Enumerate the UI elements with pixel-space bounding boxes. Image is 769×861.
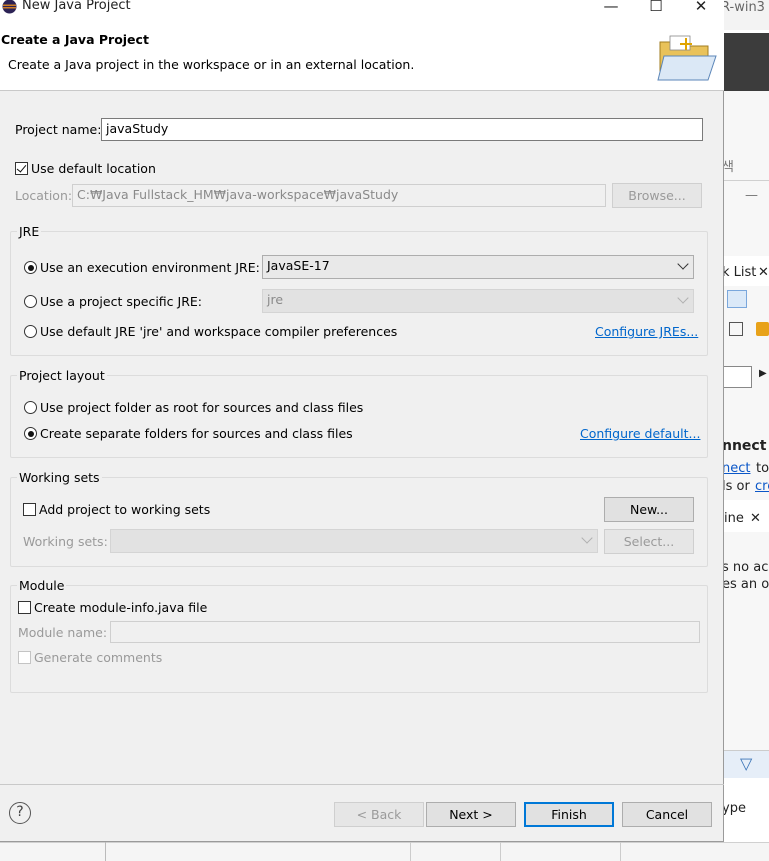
wizard-title: Create a Java Project	[1, 32, 149, 47]
back-button[interactable]: < Back	[334, 802, 424, 827]
bg-no-ac-fragment: s no ac	[722, 560, 769, 575]
bg-input[interactable]	[722, 366, 752, 388]
new-project-folder-icon	[657, 35, 717, 81]
module-group-title: Module	[17, 578, 67, 593]
project-name-input[interactable]: javaStudy	[101, 118, 703, 141]
maximize-button[interactable]: ☐	[636, 0, 676, 15]
generate-comments-label: Generate comments	[34, 650, 163, 665]
bg-list-fragment[interactable]: k List	[722, 265, 756, 280]
module-name-label: Module name:	[18, 625, 108, 640]
bg-title-fragment: R-win3	[721, 0, 765, 15]
title-bar[interactable]: New Java Project — ☐ ✕	[0, 0, 724, 16]
working-sets-select[interactable]	[110, 529, 598, 553]
bg-line-fragment[interactable]: ine	[724, 511, 744, 526]
separate-folders-radio[interactable]	[24, 427, 37, 440]
bg-ype-fragment: ype	[722, 801, 746, 816]
create-module-info-checkbox[interactable]	[18, 601, 31, 614]
project-layout-group	[10, 375, 708, 458]
bg-close-icon[interactable]: ✕	[758, 265, 769, 280]
bg-status-divider	[500, 842, 501, 861]
bg-connect-heading: nnect	[722, 438, 767, 454]
bg-outline-close-icon[interactable]: ✕	[750, 511, 761, 526]
exec-env-radio[interactable]	[24, 261, 37, 274]
working-sets-group-title: Working sets	[17, 470, 102, 485]
use-default-location-label: Use default location	[31, 161, 156, 176]
configure-default-link[interactable]: Configure default...	[580, 426, 700, 441]
bg-to-fragment: to	[756, 461, 769, 476]
bg-settings-icon[interactable]	[756, 322, 769, 336]
wizard-header: Create a Java Project Create a Java proj…	[0, 16, 724, 91]
add-to-working-sets-checkbox[interactable]	[23, 503, 36, 516]
bg-divider	[724, 180, 769, 181]
bg-connect-link[interactable]: nect	[722, 461, 750, 476]
project-root-radio[interactable]	[24, 401, 37, 414]
location-label: Location:	[15, 188, 73, 203]
eclipse-icon	[2, 0, 17, 14]
help-icon[interactable]: ?	[9, 802, 31, 824]
bg-cre-link[interactable]: cre	[755, 479, 769, 494]
default-jre-radio[interactable]	[24, 325, 37, 338]
new-working-set-button[interactable]: New...	[604, 497, 694, 522]
specific-jre-radio[interactable]	[24, 295, 37, 308]
close-button[interactable]: ✕	[681, 0, 721, 15]
bg-collapse-icon[interactable]	[729, 322, 743, 336]
bg-filter-icon[interactable]: ▽	[740, 754, 752, 773]
bg-status-divider	[105, 842, 106, 861]
bg-status-divider	[410, 842, 411, 861]
default-jre-label: Use default JRE 'jre' and workspace comp…	[40, 324, 398, 339]
generate-comments-checkbox[interactable]	[18, 651, 31, 664]
bg-minimize-icon[interactable]: —	[745, 188, 758, 203]
browse-button[interactable]: Browse...	[612, 183, 702, 208]
finish-button[interactable]: Finish	[524, 802, 614, 827]
jre-group-title: JRE	[17, 224, 42, 239]
specific-jre-label: Use a project specific JRE:	[40, 294, 202, 309]
location-input[interactable]: C:₩Java Fullstack_HM₩java-workspace₩java…	[72, 184, 606, 207]
use-default-location-checkbox[interactable]	[15, 162, 28, 175]
exec-env-select[interactable]: JavaSE-17	[262, 255, 694, 279]
separate-folders-label: Create separate folders for sources and …	[40, 426, 353, 441]
footer-divider	[0, 784, 724, 785]
module-name-input[interactable]	[110, 621, 700, 643]
specific-jre-select[interactable]: jre	[262, 289, 694, 313]
add-to-working-sets-label: Add project to working sets	[39, 502, 211, 517]
project-layout-group-title: Project layout	[17, 368, 107, 383]
window-title: New Java Project	[22, 0, 131, 13]
project-name-label: Project name:	[15, 122, 102, 137]
bg-status-bar	[0, 842, 769, 861]
create-module-info-label: Create module-info.java file	[34, 600, 208, 615]
bg-es-an-fragment: es an ou	[722, 577, 769, 592]
project-root-label: Use project folder as root for sources a…	[40, 400, 364, 415]
bg-ls-or-fragment: ls or	[722, 479, 750, 494]
minimize-button[interactable]: —	[591, 0, 631, 15]
bg-status-divider	[620, 842, 621, 861]
bg-dark-banner	[724, 33, 769, 91]
exec-env-label: Use an execution environment JRE:	[40, 260, 260, 275]
configure-jres-link[interactable]: Configure JREs...	[595, 324, 698, 339]
specific-jre-value: jre	[267, 292, 284, 307]
chevron-down-icon	[581, 532, 593, 544]
bg-tree-icon[interactable]	[727, 290, 747, 308]
wizard-description: Create a Java project in the workspace o…	[8, 57, 415, 72]
new-java-project-dialog: New Java Project — ☐ ✕ Create a Java Pro…	[0, 0, 724, 842]
cancel-button[interactable]: Cancel	[622, 802, 712, 827]
exec-env-value: JavaSE-17	[267, 258, 330, 273]
chevron-down-icon	[677, 292, 689, 304]
select-working-set-button[interactable]: Select...	[604, 529, 694, 554]
working-sets-label: Working sets:	[23, 534, 108, 549]
bg-arrow-icon[interactable]: ▶	[759, 368, 767, 379]
chevron-down-icon	[677, 258, 689, 270]
next-button[interactable]: Next >	[426, 802, 516, 827]
